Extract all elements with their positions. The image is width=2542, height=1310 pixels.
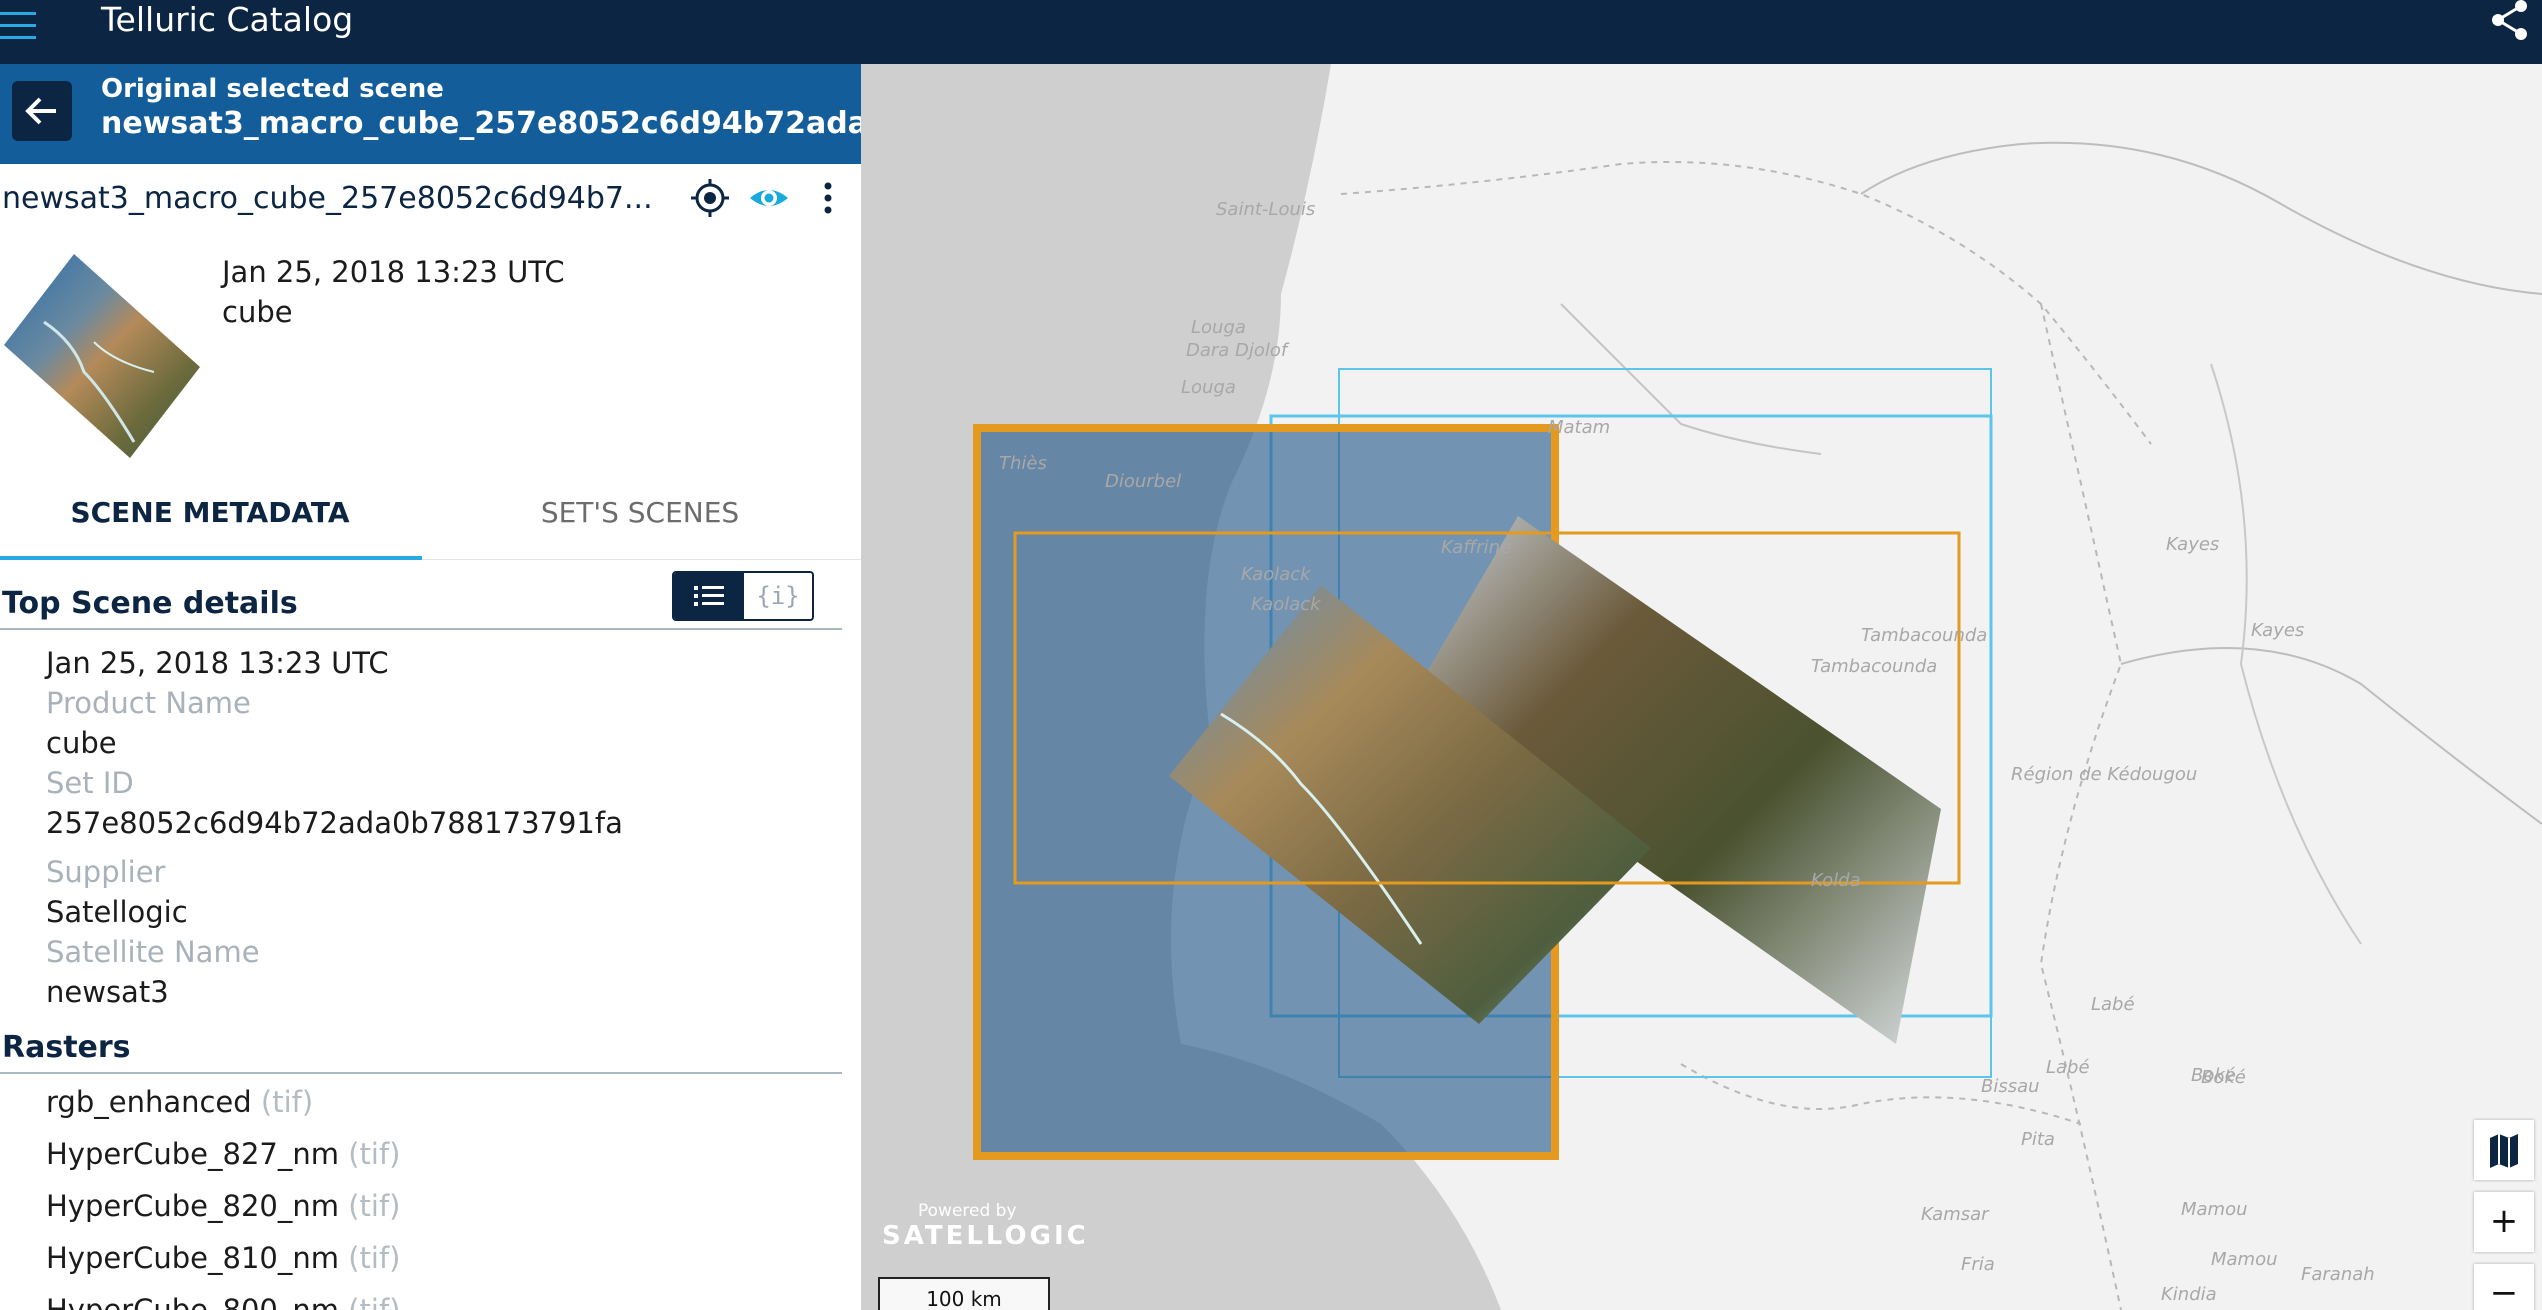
raster-item[interactable]: HyperCube_810_nm (tif)	[46, 1241, 401, 1275]
map-place-label: Dara Djolof	[1186, 340, 1288, 361]
map-place-label: Kamsar	[1921, 1204, 1989, 1225]
scene-details-panel: Original selected scene newsat3_macro_cu…	[0, 64, 861, 1310]
raster-name: HyperCube_820_nm	[46, 1189, 340, 1223]
map-place-label: Kindia	[2161, 1284, 2217, 1305]
map-place-label: Kaolack	[1251, 594, 1321, 615]
map-place-label: Mamou	[2181, 1199, 2248, 1220]
scene-date: Jan 25, 2018 13:23 UTC	[222, 255, 565, 289]
zoom-out-button[interactable]: −	[2474, 1264, 2534, 1310]
section-divider	[0, 628, 842, 630]
map-place-label: Labé	[2046, 1057, 2090, 1078]
detail-date: Jan 25, 2018 13:23 UTC	[46, 646, 389, 680]
app-title: Telluric Catalog	[101, 0, 354, 39]
top-scene-details-title: Top Scene details	[2, 586, 298, 621]
top-app-bar: Telluric Catalog	[0, 0, 2542, 64]
raster-name: HyperCube_827_nm	[46, 1137, 340, 1171]
map-place-label: Matam	[1548, 417, 1611, 438]
zoom-in-button[interactable]: +	[2474, 1192, 2534, 1252]
tab-sets-scenes[interactable]: SET'S SCENES	[420, 496, 860, 529]
map-place-label: Tambacounda	[1811, 656, 1938, 677]
active-tab-indicator	[0, 556, 422, 560]
powered-by-text: Powered by	[918, 1201, 1017, 1221]
map-place-label: Tambacounda	[1861, 625, 1988, 646]
list-icon	[694, 586, 724, 606]
scene-product: cube	[222, 295, 293, 329]
map-canvas[interactable]	[861, 64, 2542, 1310]
hamburger-menu-icon[interactable]	[0, 8, 40, 48]
raster-name: rgb_enhanced	[46, 1085, 252, 1119]
detail-satellite-label: Satellite Name	[46, 935, 260, 969]
raster-name: HyperCube_800_nm	[46, 1293, 340, 1310]
raster-name: HyperCube_810_nm	[46, 1241, 340, 1275]
map-place-label: Kayes	[2166, 534, 2220, 555]
detail-set-id-label: Set ID	[46, 766, 134, 800]
map-place-label: Thiès	[999, 453, 1047, 474]
provider-attribution: Powered by SATELLOGIC	[876, 1201, 1089, 1251]
detail-set-id-value: 257e8052c6d94b72ada0b788173791fa	[46, 806, 623, 840]
raster-ext: (tif)	[348, 1137, 401, 1171]
header-scene-name: newsat3_macro_cube_257e8052c6d94b72ada0b…	[101, 106, 861, 141]
raster-item[interactable]: HyperCube_800_nm (tif)	[46, 1293, 401, 1310]
share-icon[interactable]	[2488, 0, 2534, 40]
more-vertical-icon[interactable]	[806, 176, 850, 220]
tab-scene-metadata[interactable]: SCENE METADATA	[0, 496, 420, 529]
map-place-label: Boké	[2201, 1067, 2246, 1088]
detail-product-value: cube	[46, 726, 117, 760]
scene-name: newsat3_macro_cube_257e8052c6d94b7...	[2, 181, 653, 216]
map-layers-button[interactable]	[2474, 1120, 2534, 1180]
header-kicker: Original selected scene	[101, 74, 444, 104]
map-place-label: Louga	[1191, 317, 1246, 338]
detail-product-label: Product Name	[46, 686, 251, 720]
map-place-label: Bissau	[1981, 1076, 2040, 1097]
section-divider	[0, 1072, 842, 1074]
back-button[interactable]	[12, 81, 72, 141]
map-place-label: Louga	[1181, 377, 1236, 398]
map-place-label: Diourbel	[1105, 471, 1182, 492]
map-place-label: Kaffrine	[1441, 537, 1512, 558]
raster-ext: (tif)	[348, 1241, 401, 1275]
map-place-label: Fria	[1961, 1254, 1995, 1275]
satellogic-logo: SATELLOGIC	[882, 1221, 1089, 1251]
map-place-label: Kaolack	[1241, 564, 1311, 585]
map-place-label: Saint-Louis	[1216, 199, 1316, 220]
map-place-label: Région de Kédougou	[2011, 764, 2198, 785]
map-place-label: Pita	[2021, 1129, 2055, 1150]
map-layers-icon	[2490, 1134, 2518, 1168]
raster-item[interactable]: HyperCube_827_nm (tif)	[46, 1137, 401, 1171]
raster-item[interactable]: rgb_enhanced (tif)	[46, 1085, 313, 1119]
raster-ext: (tif)	[348, 1293, 401, 1310]
locate-icon[interactable]	[688, 176, 732, 220]
rasters-title: Rasters	[2, 1030, 131, 1065]
selected-scene-header: Original selected scene newsat3_macro_cu…	[0, 64, 861, 164]
view-toggle: {i}	[672, 571, 814, 621]
raster-ext: (tif)	[348, 1189, 401, 1223]
raster-ext: (tif)	[260, 1085, 314, 1119]
eye-icon[interactable]	[747, 176, 791, 220]
list-view-button[interactable]	[674, 573, 744, 619]
map-view[interactable]: Saint-Louis Louga Dara Djolof Louga Matam Thi…	[861, 64, 2542, 1310]
detail-satellite-value: newsat3	[46, 975, 169, 1009]
scene-thumbnail	[4, 252, 200, 460]
arrow-left-icon	[25, 97, 56, 125]
map-place-label: Kolda	[1811, 870, 1861, 891]
map-place-label: Labé	[2091, 994, 2135, 1015]
detail-supplier-label: Supplier	[46, 855, 166, 889]
detail-supplier-value: Satellogic	[46, 895, 188, 929]
map-place-label: Kayes	[2251, 620, 2305, 641]
json-view-button[interactable]: {i}	[744, 573, 812, 619]
raster-item[interactable]: HyperCube_820_nm (tif)	[46, 1189, 401, 1223]
scale-bar: 100 km	[878, 1277, 1050, 1310]
map-place-label: Mamou	[2211, 1249, 2278, 1270]
map-place-label: Faranah	[2301, 1264, 2375, 1285]
